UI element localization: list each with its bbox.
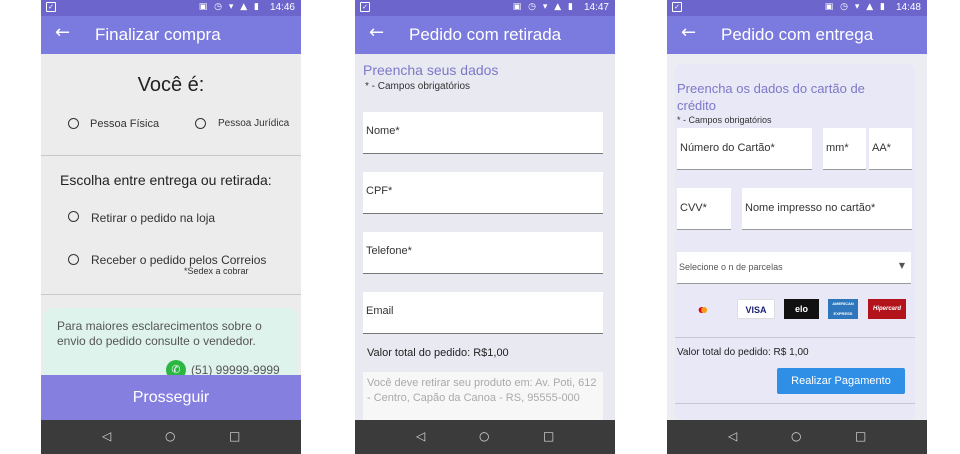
cvv-label: CVV* — [680, 202, 707, 214]
nav-home-icon[interactable]: ○ — [479, 429, 489, 443]
nav-recents-icon[interactable]: □ — [855, 429, 866, 443]
elo-logo: elo — [784, 299, 819, 319]
radio-label-pessoa-fisica: Pessoa Física — [90, 118, 160, 130]
delivery-question: Escolha entre entrega ou retirada: — [60, 172, 272, 188]
notification-icon: ✓ — [672, 2, 682, 12]
amex-logo: AMERICAN EXPRESS — [828, 299, 858, 319]
required-note: * - Campos obrigatórios — [677, 115, 772, 125]
card-number-label: Número do Cartão* — [680, 142, 775, 154]
pay-button[interactable]: Realizar Pagamento — [777, 368, 905, 394]
divider — [675, 403, 915, 404]
month-field[interactable]: mm* — [823, 128, 866, 170]
email-field[interactable]: Email — [363, 292, 603, 334]
phone-field-label: Telefone* — [366, 245, 412, 257]
dropdown-arrow-icon: ▼ — [898, 261, 905, 270]
nav-home-icon[interactable]: ○ — [165, 429, 175, 443]
status-icons: ▣ ◷ ▾ ▲ ▮ — [512, 2, 575, 12]
sedex-note: *Sedex a cobrar — [184, 266, 249, 276]
nav-back-icon[interactable]: ◁ — [416, 429, 425, 443]
phone-screen-finalizar: ✓ ▣ ◷ ▾ ▲ ▮ 14:46 ← Finalizar compra Voc… — [41, 0, 301, 454]
order-total: Valor total do pedido: R$ 1,00 — [677, 347, 809, 358]
installments-select-value: Selecione o n de parcelas — [679, 262, 783, 272]
radio-receber-correios[interactable] — [68, 254, 79, 265]
status-time: 14:47 — [583, 2, 609, 13]
radio-pessoa-juridica[interactable] — [195, 118, 206, 129]
phone-field[interactable]: Telefone* — [363, 232, 603, 274]
radio-label-correios: Receber o pedido pelos Correios — [91, 253, 267, 267]
pickup-address-box: Você deve retirar seu produto em: Av. Po… — [363, 372, 603, 420]
order-total: Valor total do pedido: R$1,00 — [367, 347, 509, 359]
cpf-field[interactable]: CPF* — [363, 172, 603, 214]
nav-recents-icon[interactable]: □ — [229, 429, 240, 443]
android-nav-bar: ◁ ○ □ — [355, 420, 615, 454]
radio-label-retirar: Retirar o pedido na loja — [91, 211, 216, 225]
back-arrow-icon[interactable]: ← — [369, 23, 384, 43]
nav-recents-icon[interactable]: □ — [543, 429, 554, 443]
main-content: Preencha os dados do cartão de crédito *… — [667, 54, 927, 420]
required-note: * - Campos obrigatórios — [365, 81, 471, 92]
cvv-field[interactable]: CVV* — [677, 188, 731, 230]
notification-icon: ✓ — [360, 2, 370, 12]
app-bar: ← Pedido com entrega — [667, 16, 927, 54]
divider — [41, 155, 301, 156]
name-on-card-label: Nome impresso no cartão* — [745, 202, 876, 214]
notification-icon: ✓ — [46, 2, 56, 12]
nav-home-icon[interactable]: ○ — [791, 429, 801, 443]
status-time: 14:46 — [269, 2, 295, 13]
page-title: Pedido com entrega — [721, 25, 874, 44]
hipercard-logo: Hipercard — [868, 299, 906, 319]
phone-screen-retirada: ✓ ▣ ◷ ▾ ▲ ▮ 14:47 ← Pedido com retirada … — [355, 0, 615, 454]
page-title: Pedido com retirada — [409, 25, 562, 44]
card-form-heading: Preencha os dados do cartão de crédito — [677, 81, 865, 113]
status-bar: ✓ ▣ ◷ ▾ ▲ ▮ 14:47 — [355, 0, 615, 16]
app-bar: ← Finalizar compra — [41, 16, 301, 54]
email-field-label: Email — [366, 305, 394, 317]
status-icons: ▣ ◷ ▾ ▲ ▮ — [824, 2, 887, 12]
name-on-card-field[interactable]: Nome impresso no cartão* — [742, 188, 912, 230]
radio-pessoa-fisica[interactable] — [68, 118, 79, 129]
nav-back-icon[interactable]: ◁ — [102, 429, 111, 443]
back-arrow-icon[interactable]: ← — [681, 23, 696, 43]
person-type-question: Você é: — [137, 74, 205, 96]
name-field[interactable]: Nome* — [363, 112, 603, 154]
card-number-field[interactable]: Número do Cartão* — [677, 128, 812, 170]
status-time: 14:48 — [895, 2, 921, 13]
radio-label-pessoa-juridica: Pessoa Jurídica — [218, 118, 290, 129]
radio-retirar-loja[interactable] — [68, 211, 79, 222]
divider — [41, 294, 301, 295]
pickup-address-text: Você deve retirar seu produto em: Av. Po… — [367, 377, 597, 404]
proceed-button[interactable]: Prosseguir — [41, 375, 301, 420]
installments-select[interactable]: Selecione o n de parcelas ▼ — [677, 252, 911, 284]
status-icons: ▣ ◷ ▾ ▲ ▮ — [198, 2, 261, 12]
android-nav-bar: ◁ ○ □ — [667, 420, 927, 454]
main-content: Preencha seus dados * - Campos obrigatór… — [355, 54, 615, 420]
main-content: Você é: Pessoa Física Pessoa Jurídica Es… — [41, 54, 301, 420]
cpf-field-label: CPF* — [366, 185, 393, 197]
year-field[interactable]: AA* — [869, 128, 912, 170]
year-label: AA* — [872, 142, 891, 154]
page-title: Finalizar compra — [95, 25, 221, 44]
divider — [675, 337, 915, 338]
nav-back-icon[interactable]: ◁ — [728, 429, 737, 443]
app-bar: ← Pedido com retirada — [355, 16, 615, 54]
status-bar: ✓ ▣ ◷ ▾ ▲ ▮ 14:46 — [41, 0, 301, 16]
status-bar: ✓ ▣ ◷ ▾ ▲ ▮ 14:48 — [667, 0, 927, 16]
month-label: mm* — [826, 142, 849, 154]
info-text: Para maiores esclarecimentos sobre o env… — [57, 319, 262, 348]
android-nav-bar: ◁ ○ □ — [41, 420, 301, 454]
name-field-label: Nome* — [366, 125, 400, 137]
mastercard-logo: ●● — [697, 301, 709, 317]
back-arrow-icon[interactable]: ← — [55, 23, 70, 43]
phone-screen-entrega: ✓ ▣ ◷ ▾ ▲ ▮ 14:48 ← Pedido com entrega P… — [667, 0, 927, 454]
visa-logo: VISA — [737, 299, 775, 319]
form-heading: Preencha seus dados — [363, 62, 499, 78]
